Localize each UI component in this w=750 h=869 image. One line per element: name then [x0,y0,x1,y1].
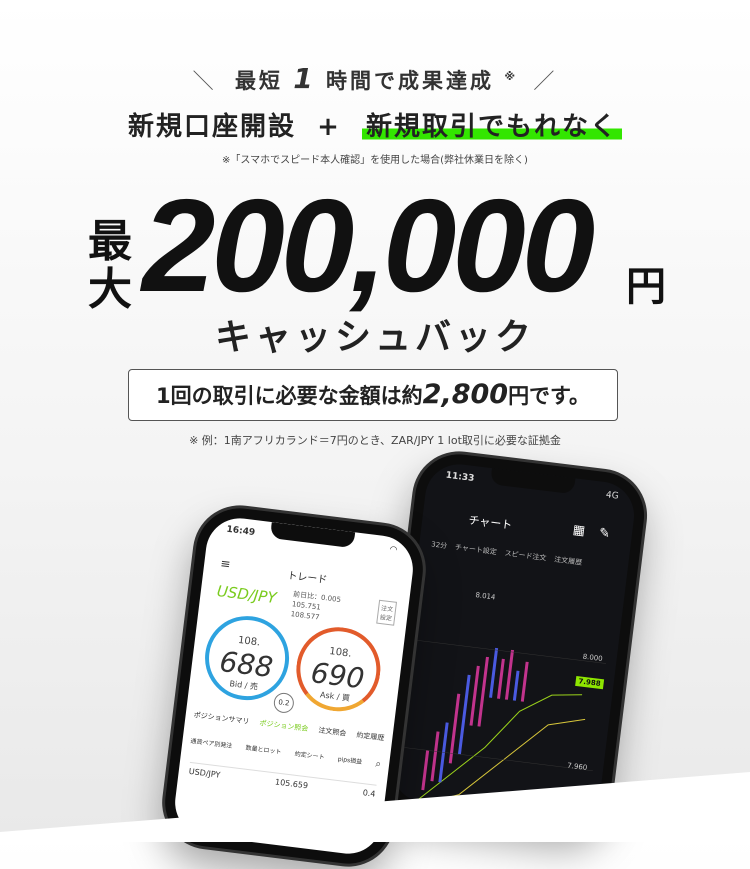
bid-gauge: 108. 688 Bid / 売 [200,611,294,705]
candle [496,658,505,699]
cashback-amount-block: 最大 200,000 円 [0,172,750,319]
column-header: 通貨ペア別発注 [190,737,233,750]
status-time: 11:33 [445,470,475,485]
candle [421,750,430,791]
amount-unit: 円 [626,264,666,310]
candle [520,661,529,702]
slash-right: ／ [533,69,558,93]
chart-tab: スピード注文 [504,549,547,563]
chart-title: チャート [467,513,513,532]
status-time: 16:49 [225,524,256,539]
position-tab: 約定履歴 [355,731,385,743]
candle [469,665,480,726]
column-header: pips損益 [337,755,363,766]
chart-toolbar-icons: ▦ ✎ [572,523,611,542]
row-pair: USD/JPY [188,766,221,780]
slash-left: ＼ [192,69,217,93]
cashback-label: キャッシュバック [214,317,535,358]
condition-headline: 新規口座開設 + 新規取引でもれなく [0,106,750,143]
condition-account: 新規口座開設 [128,112,297,142]
wifi-icon: ◠ [388,544,398,556]
position-tab: 注文照会 [317,726,347,738]
amount-lead: 最大 [88,216,132,315]
eyebrow-mark: ※ [504,70,516,83]
position-tab: ポジションサマリ [193,711,250,726]
required-post: 円です。 [508,384,590,408]
condition-trade: 新規取引でもれなく [361,112,622,142]
candle [512,670,520,701]
column-header: 数量とロット [245,744,282,756]
chart-tab: 32分 [430,540,448,551]
example-footnote: ※ 例：1南アフリカランド＝7円のとき、ZAR/JPY 1 lot取引に必要な証… [189,434,561,447]
row-value: 105.659 [274,777,309,791]
row-pips: 0.4 [362,788,376,799]
campaign-hero: ＼ 最短 1 時間で成果達成 ※ ／ 新規口座開設 + 新規取引でもれなく ※「… [0,0,750,869]
condition-plus: + [317,112,341,142]
condition-footnote: ※「スマホでスピード本人確認」を使用した場合(弊社休業日を除く) [222,155,528,166]
search-icon: ⌕ [374,758,382,771]
layout-icon: ▦ [571,522,586,539]
currency-pair: USD/JPY [215,581,278,608]
eyebrow-number: 1 [293,62,316,95]
candle [489,647,499,698]
ask-gauge: 108. 690 Ask / 買 [291,622,386,717]
position-tabs: ポジションサマリ ポジション照会 注文照会 約定履歴 [193,710,385,743]
eyebrow-headline: ＼ 最短 1 時間で成果達成 ※ ／ [0,62,750,95]
chart-tabs: 32分 チャート設定 スピード注文 注文履歴 [431,539,617,572]
required-pre: 1回の取引に必要な金額は約 [156,384,423,408]
draw-icon: ✎ [598,525,611,542]
chart-tab: チャート設定 [454,543,498,557]
pair-info: 前日比：0.005 105.751 108.577 [290,589,341,625]
candle [430,731,440,782]
chart-screen: 11:33 4G チャート ▦ ✎ 32分 チャート設定 スピード注文 注文履歴 [388,460,638,824]
order-settings-label: 注文設定 [376,599,398,626]
chart-tab: 注文履歴 [553,555,583,567]
candle [457,674,471,755]
candles [421,647,529,791]
position-tab-active: ポジション照会 [259,719,309,734]
table-row: USD/JPY 105.659 0.4 [188,761,377,799]
column-header: 約定シート [294,750,325,762]
required-value: 2,800 [422,379,509,410]
status-signal: 4G [605,490,620,502]
eyebrow-post: 時間で成果達成 [326,69,495,93]
cashback-amount: 200,000 [142,172,595,319]
phone-chart-mockup: 11:33 4G チャート ▦ ✎ 32分 チャート設定 スピード注文 注文履歴 [376,449,650,835]
required-amount-box: 1回の取引に必要な金額は約2,800円です。 [128,369,618,421]
candle [504,649,515,700]
eyebrow-pre: 最短 [234,69,283,93]
spread-badge: 0.2 [272,691,296,715]
